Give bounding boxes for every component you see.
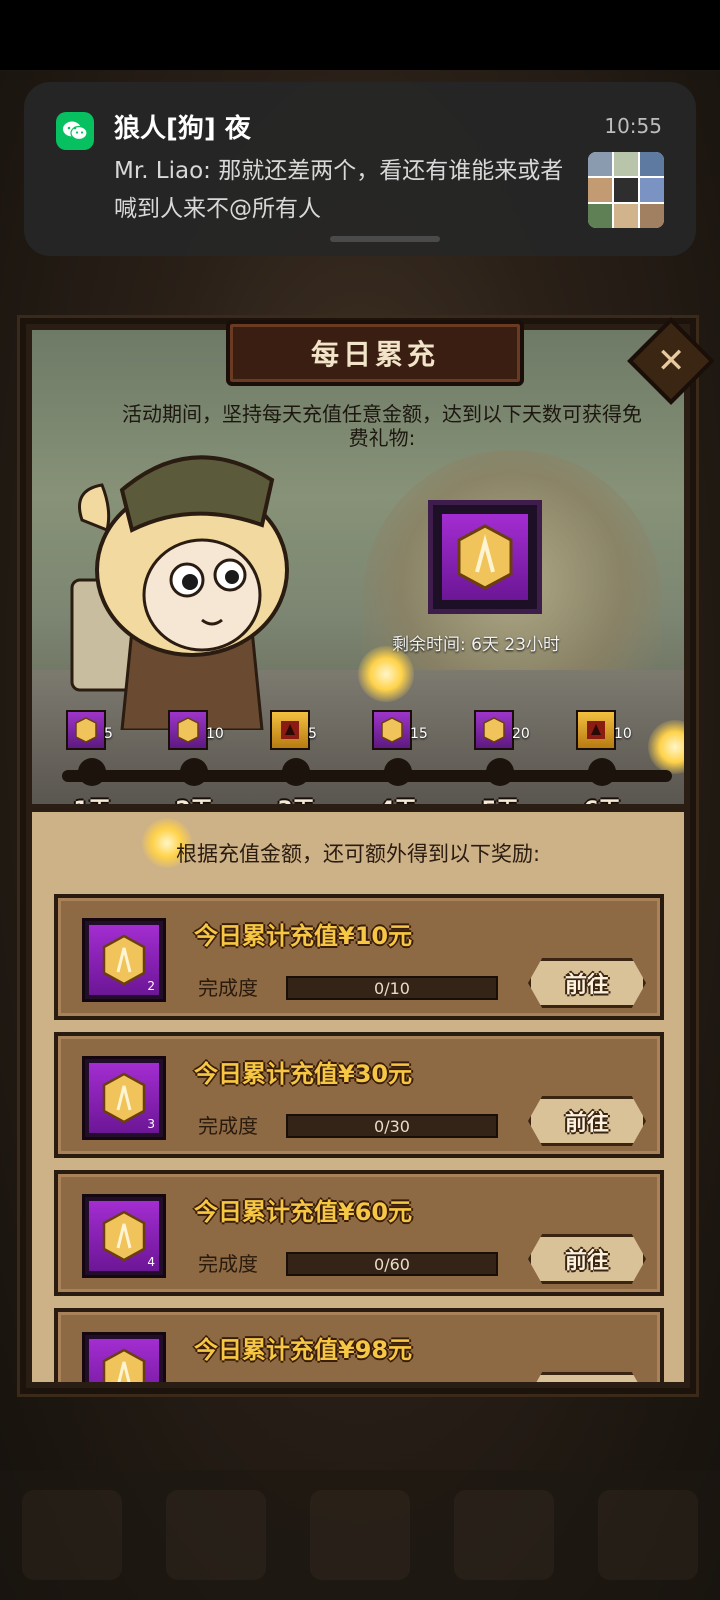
progress-value: 0/10 — [374, 978, 410, 998]
go-button[interactable]: 前往 — [528, 1096, 646, 1146]
close-icon: ✕ — [656, 341, 686, 381]
progress-bar: 0/30 — [286, 1114, 498, 1138]
day-label: 1天 — [52, 792, 132, 804]
purple-crystal-icon — [168, 710, 208, 750]
reward-row: 3 今日累计充值¥30元完成度 0/30 前往 — [54, 1032, 664, 1158]
go-button-label: 前往 — [564, 973, 609, 998]
nav-slot[interactable] — [22, 1490, 122, 1580]
gold-hero-card-icon — [576, 710, 616, 750]
crystal-icon — [457, 524, 513, 590]
progress-label: 完成度 — [198, 1114, 258, 1138]
go-button-label: 前往 — [565, 1381, 609, 1382]
go-button-label: 前往 — [564, 1111, 609, 1136]
go-button[interactable]: 前往 — [528, 1372, 646, 1382]
panel-title-plate: 每日累充 — [226, 320, 524, 386]
reward-quantity: 2 — [147, 979, 155, 993]
panel-title: 每日累充 — [310, 338, 439, 371]
reward-item[interactable] — [82, 1332, 166, 1382]
gold-hero-card-icon — [270, 710, 310, 750]
reward-item[interactable]: 3 — [82, 1056, 166, 1140]
reward-title: 今日累计充值¥30元 — [194, 1060, 413, 1088]
reward-title: 今日累计充值¥60元 — [194, 1198, 413, 1226]
day-node — [282, 758, 310, 786]
recharge-rewards-list[interactable]: 根据充值金额，还可额外得到以下奖励: 2 今日累计充值¥10元 完成度 0/10 前往 3… — [32, 812, 684, 1382]
day-node — [486, 758, 514, 786]
rewards-hint: 根据充值金额，还可额外得到以下奖励: — [175, 842, 541, 866]
progress-bar: 0/60 — [286, 1252, 498, 1276]
day-node — [384, 758, 412, 786]
day-label: 2天 — [154, 792, 234, 804]
purple-crystal-icon — [474, 710, 514, 750]
day-reward-count: 15 — [410, 726, 428, 742]
purple-crystal-icon — [372, 710, 412, 750]
nav-slot[interactable] — [166, 1490, 266, 1580]
notification-body: Mr. Liao: 那就还差两个，看还有谁能来或者喊到人来不@所有人 — [114, 158, 564, 222]
day-milestone[interactable]: 20 5天 — [460, 710, 540, 804]
day-label: 3天 — [256, 792, 336, 804]
notification-time: 10:55 — [604, 114, 662, 138]
day-milestone[interactable]: 15 4天 — [358, 710, 438, 804]
day-node — [180, 758, 208, 786]
progress-label: 完成度 — [198, 1252, 258, 1276]
character-illustration — [70, 455, 289, 730]
day-reward-count: 20 — [512, 726, 530, 742]
daily-recharge-panel: 活动期间，坚持每天充值任意金额，达到以下天数可获得免费礼物: 剩余时间: 6天 … — [20, 317, 715, 1394]
day-milestone[interactable]: 5 1天 — [52, 710, 132, 804]
day-reward-count: 5 — [104, 726, 113, 742]
group-avatar — [588, 152, 664, 228]
reward-title: 今日累计充值¥98元 — [194, 1336, 413, 1364]
sparkle — [358, 646, 414, 702]
reward-item[interactable]: 2 — [82, 918, 166, 1002]
reward-item[interactable]: 4 — [82, 1194, 166, 1278]
message-notification[interactable]: 狼人[狗] 夜 10:55 Mr. Liao: 那就还差两个，看还有谁能来或者喊… — [24, 82, 696, 256]
reward-row: 今日累计充值¥98元完成度前往 — [54, 1308, 664, 1382]
nav-slot[interactable] — [598, 1490, 698, 1580]
progress-bar: 0/10 — [286, 976, 498, 1000]
reward-row: 4 今日累计充值¥60元完成度 0/60 前往 — [54, 1170, 664, 1296]
reward-quantity: 4 — [147, 1255, 155, 1269]
game-bottom-nav — [0, 1470, 720, 1600]
nav-slot[interactable] — [454, 1490, 554, 1580]
event-banner: 活动期间，坚持每天充值任意金额，达到以下天数可获得免费礼物: 剩余时间: 6天 … — [32, 330, 684, 804]
crystal-icon — [102, 934, 146, 986]
progress-label: 完成度 — [198, 976, 258, 1000]
go-button[interactable]: 前往 — [528, 1234, 646, 1284]
day-milestone[interactable]: 10 6天 — [562, 710, 642, 804]
day-label: 5天 — [460, 792, 540, 804]
notification-handle[interactable] — [330, 236, 440, 242]
progress-value: 0/30 — [374, 1116, 410, 1136]
nav-slot[interactable] — [310, 1490, 410, 1580]
final-reward-item[interactable] — [428, 500, 542, 614]
day-node — [588, 758, 616, 786]
purple-crystal-icon — [66, 710, 106, 750]
day-label: 6天 — [562, 792, 642, 804]
reward-title: 今日累计充值¥10元 — [194, 922, 413, 950]
reward-row: 2 今日累计充值¥10元完成度 0/10 前往 — [54, 894, 664, 1020]
day-reward-count: 10 — [614, 726, 632, 742]
day-reward-count: 10 — [206, 726, 224, 742]
wechat-icon — [56, 112, 94, 150]
reward-quantity: 3 — [147, 1117, 155, 1131]
day-milestone[interactable]: 10 2天 — [154, 710, 234, 804]
day-milestone[interactable]: 5 3天 — [256, 710, 336, 804]
notification-title: 狼人[狗] 夜 — [114, 114, 251, 144]
event-description: 活动期间，坚持每天充值任意金额，达到以下天数可获得免费礼物: — [122, 402, 642, 450]
crystal-icon — [102, 1072, 146, 1124]
crystal-icon — [102, 1210, 146, 1262]
crystal-icon — [102, 1348, 146, 1382]
remaining-time: 剩余时间: 6天 23小时 — [392, 635, 560, 655]
day-node — [78, 758, 106, 786]
day-reward-count: 5 — [308, 726, 317, 742]
progress-value: 0/60 — [374, 1254, 410, 1274]
go-button[interactable]: 前往 — [528, 958, 646, 1008]
day-label: 4天 — [358, 792, 438, 804]
go-button-label: 前往 — [564, 1249, 609, 1274]
